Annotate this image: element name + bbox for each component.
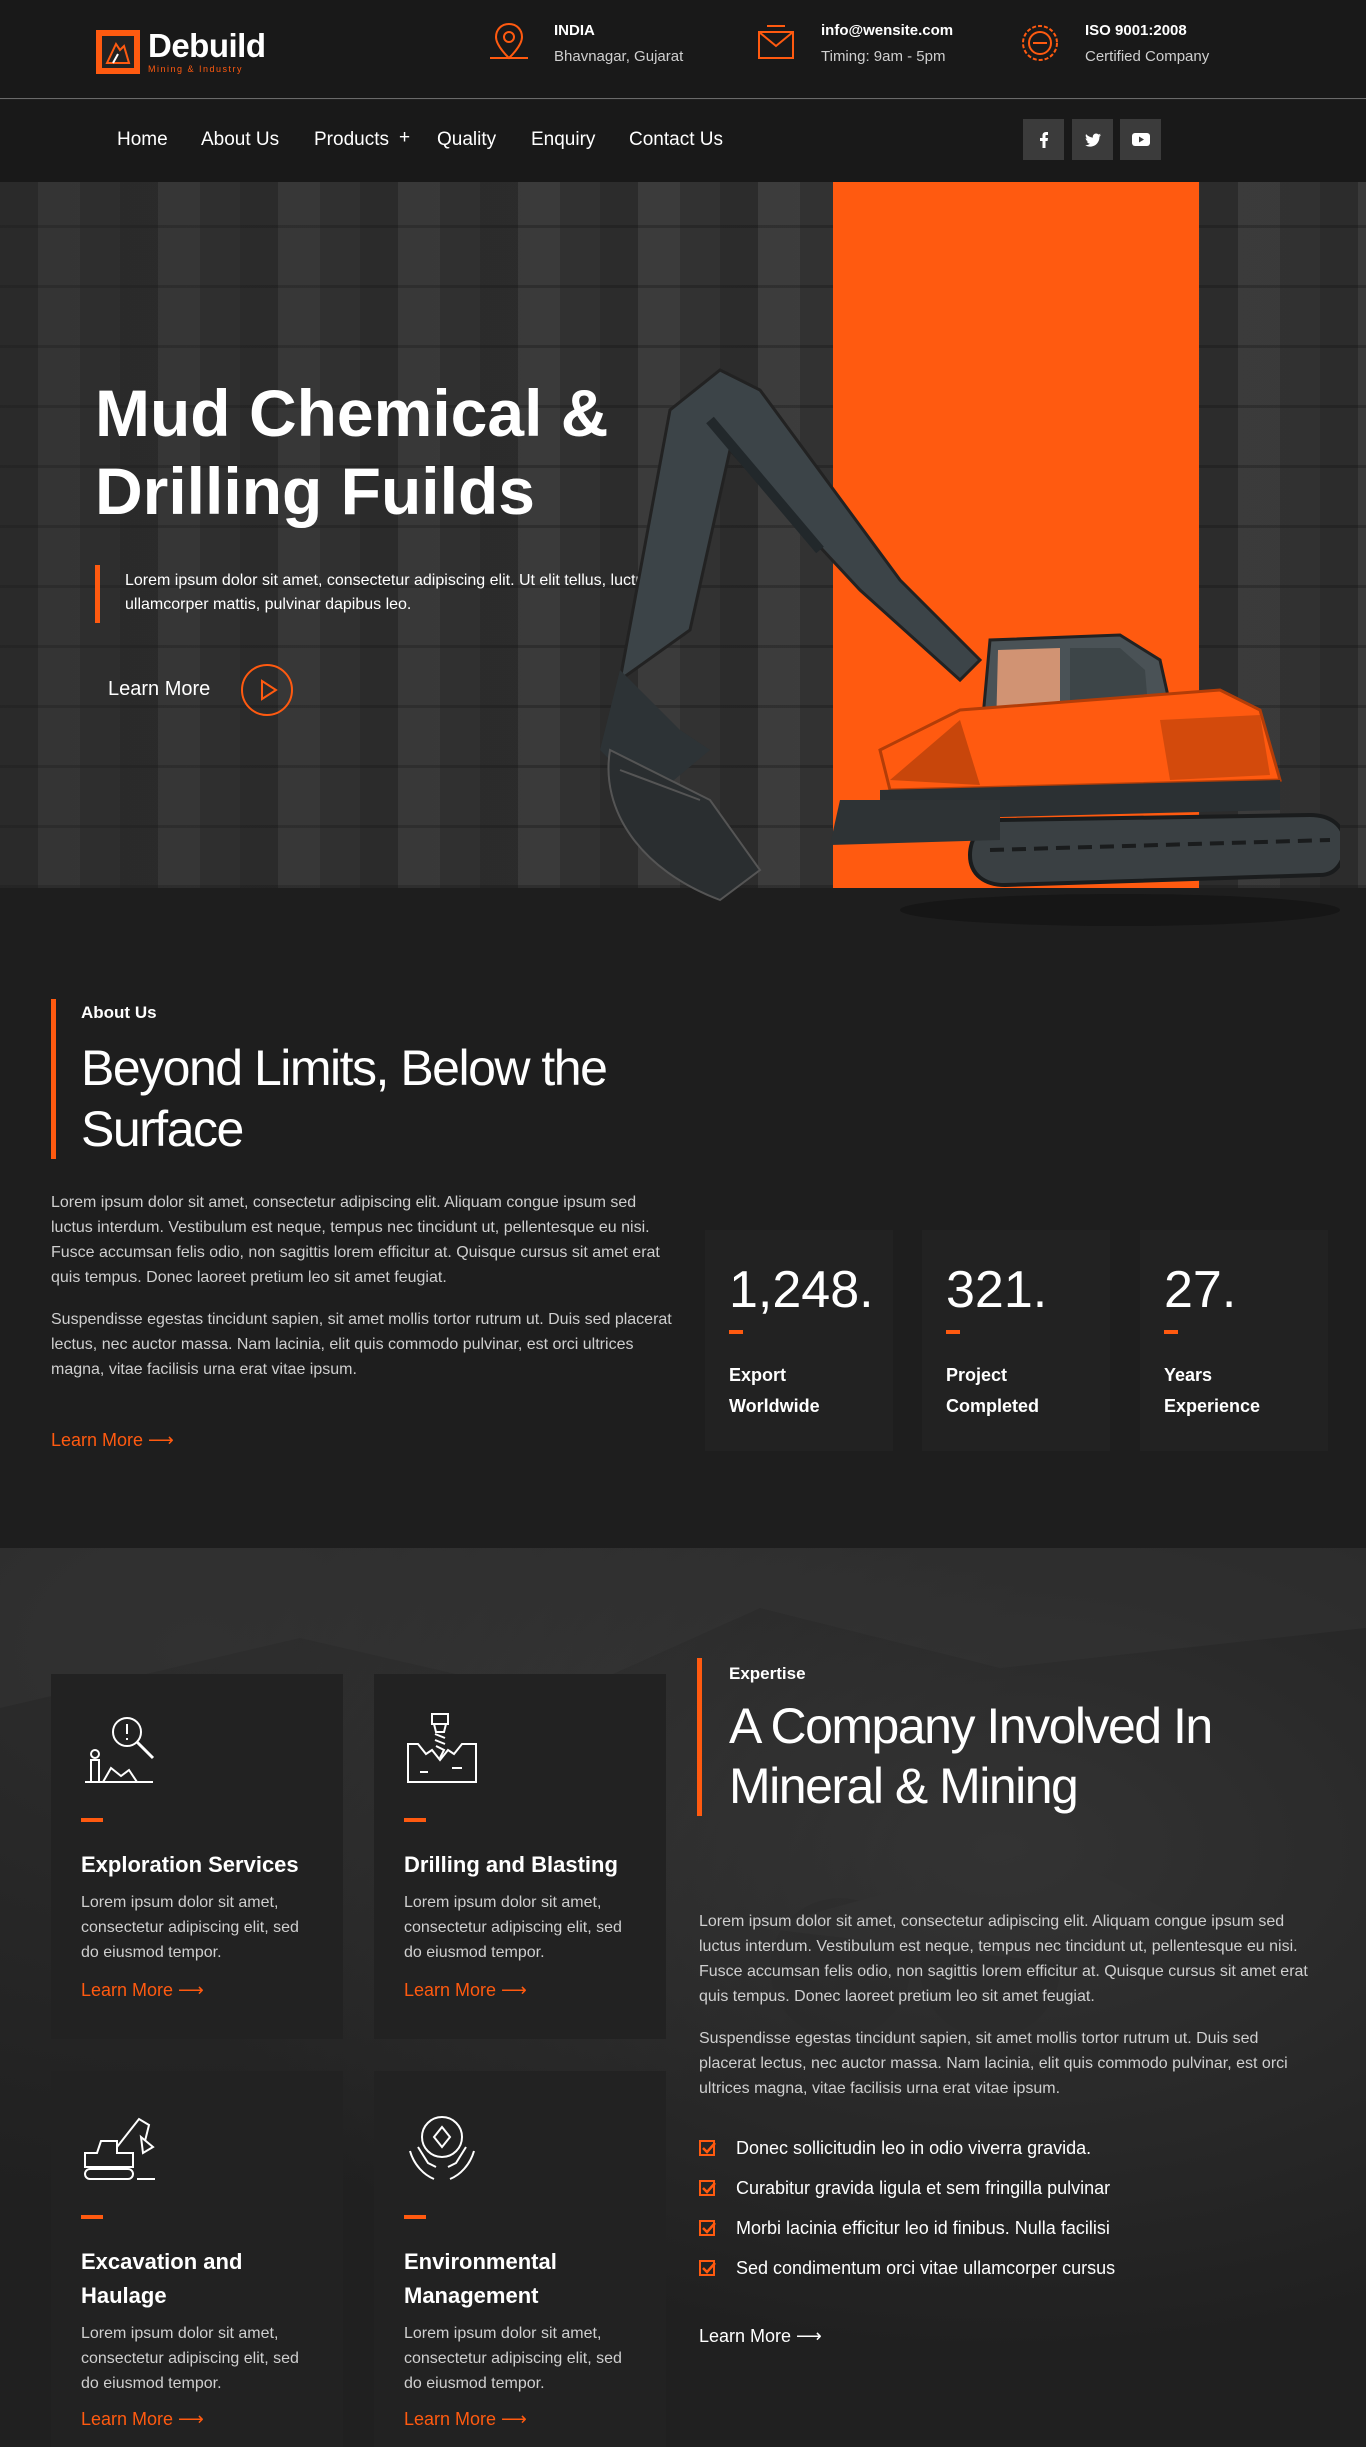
nav-about-us[interactable]: About Us [201, 129, 279, 151]
card-learn-more[interactable]: Learn More ⟶ [81, 2409, 204, 2430]
top-bar: Debuild Mining & Industry INDIA Bhavnaga… [0, 0, 1366, 99]
card-text: Lorem ipsum dolor sit amet, consectetur … [81, 2325, 299, 2392]
card-title: Exploration Services [81, 1852, 299, 1877]
about-paragraph-2: Suspendisse egestas tincidunt sapien, si… [51, 1311, 672, 1378]
card-learn-more[interactable]: Learn More ⟶ [81, 1980, 204, 2001]
checklist-text: Donec sollicitudin leo in odio viverra g… [736, 2138, 1092, 2158]
excavator-icon [84, 2117, 155, 2180]
about-accent-bar [51, 999, 56, 1159]
about-paragraph-1: Lorem ipsum dolor sit amet, consectetur … [51, 1194, 660, 1286]
stat-label: Years Experience [1164, 1365, 1261, 1416]
nav-home[interactable]: Home [117, 129, 168, 151]
drilling-icon [407, 1713, 477, 1783]
exploration-icon [85, 1717, 155, 1783]
service-card-environment[interactable]: Environmental Management Lorem ipsum dol… [374, 2071, 666, 2447]
main-nav: Home About Us Products + Quality Enquiry… [0, 100, 1366, 182]
checklist-text: Curabitur gravida ligula et sem fringill… [736, 2178, 1111, 2198]
expertise-title: A Company Involved In Mineral & Mining [729, 1698, 1213, 1814]
facebook-icon[interactable] [1023, 119, 1064, 160]
card-title: Excavation and Haulage [81, 2249, 243, 2308]
youtube-icon[interactable] [1120, 119, 1161, 160]
stat-card: 1,248. Export Worldwide [705, 1230, 893, 1451]
about-title: Beyond Limits, Below the Surface [81, 1040, 608, 1157]
expertise-eyebrow: Expertise [729, 1664, 806, 1683]
expertise-accent-bar [697, 1658, 702, 1816]
timing-text: Timing: 9am - 5pm [821, 48, 946, 65]
environment-icon [409, 2116, 475, 2180]
mail-icon [758, 25, 794, 59]
iso-detail: Certified Company [1085, 48, 1210, 65]
stat-dash [1164, 1330, 1178, 1334]
contact-email: info@wensite.com Timing: 9am - 5pm [753, 20, 953, 72]
checklist-text: Morbi lacinia efficitur leo id finibus. … [736, 2218, 1110, 2238]
stat-label: Export Worldwide [729, 1365, 820, 1416]
logo-name: Debuild [148, 27, 266, 64]
contact-location: INDIA Bhavnagar, Gujarat [486, 20, 683, 72]
card-title: Drilling and Blasting [404, 1852, 618, 1877]
check-icon [699, 2140, 716, 2156]
logo[interactable]: Debuild Mining & Industry [96, 29, 266, 74]
nav-quality[interactable]: Quality [437, 129, 496, 151]
excavator-illustration [600, 368, 1340, 926]
about-learn-more[interactable]: Learn More ⟶ [51, 1430, 174, 1451]
service-card-exploration[interactable]: Exploration Services Lorem ipsum dolor s… [51, 1674, 343, 2039]
card-text: Lorem ipsum dolor sit amet, consectetur … [404, 1894, 622, 1961]
stat-dash [946, 1330, 960, 1334]
logo-tagline: Mining & Industry [148, 64, 244, 74]
nav-enquiry[interactable]: Enquiry [531, 129, 595, 151]
check-icon [699, 2180, 716, 2196]
location-detail: Bhavnagar, Gujarat [554, 48, 684, 65]
check-icon [699, 2220, 716, 2236]
card-learn-more[interactable]: Learn More ⟶ [404, 1980, 527, 2001]
card-title: Environmental Management [404, 2249, 557, 2308]
card-dash [81, 2215, 103, 2219]
card-text: Lorem ipsum dolor sit amet, consectetur … [404, 2325, 622, 2392]
hero-learn-more[interactable]: Learn More [108, 678, 210, 701]
expertise-paragraph-2: Suspendisse egestas tincidunt sapien, si… [699, 2030, 1288, 2097]
nav-products-toggle[interactable]: + [399, 127, 410, 149]
check-icon [699, 2260, 716, 2276]
play-icon[interactable] [241, 664, 293, 716]
stat-card: 321. Project Completed [922, 1230, 1110, 1451]
email-address[interactable]: info@wensite.com [821, 20, 953, 42]
stat-number: 27. [1164, 1261, 1237, 1319]
stat-number: 321. [946, 1261, 1048, 1319]
logo-mark-icon [96, 29, 140, 74]
checklist-item: Curabitur gravida ligula et sem fringill… [699, 2178, 1110, 2199]
iso-badge-icon [1022, 25, 1058, 61]
service-card-excavation[interactable]: Excavation and Haulage Lorem ipsum dolor… [51, 2071, 343, 2447]
checklist-item: Morbi lacinia efficitur leo id finibus. … [699, 2218, 1110, 2239]
location-title: INDIA [554, 22, 595, 39]
twitter-icon[interactable] [1072, 119, 1113, 160]
nav-contact-us[interactable]: Contact Us [629, 129, 723, 151]
stat-number: 1,248. [729, 1261, 874, 1319]
nav-products[interactable]: Products [314, 129, 389, 151]
map-pin-icon [490, 22, 528, 60]
card-dash [404, 2215, 426, 2219]
iso-title: ISO 9001:2008 [1085, 22, 1187, 39]
stat-label: Project Completed [946, 1365, 1040, 1416]
checklist-item: Sed condimentum orci vitae ullamcorper c… [699, 2258, 1115, 2279]
stat-card: 27. Years Experience [1140, 1230, 1328, 1451]
hero-accent-bar [95, 565, 100, 623]
about-eyebrow: About Us [81, 1003, 157, 1022]
contact-iso: ISO 9001:2008 Certified Company [1017, 20, 1209, 72]
checklist-text: Sed condimentum orci vitae ullamcorper c… [736, 2258, 1116, 2278]
expertise-paragraph-1: Lorem ipsum dolor sit amet, consectetur … [699, 1913, 1308, 2005]
stat-dash [729, 1330, 743, 1334]
card-dash [404, 1818, 426, 1822]
expertise-learn-more[interactable]: Learn More ⟶ [699, 2326, 822, 2347]
checklist-item: Donec sollicitudin leo in odio viverra g… [699, 2138, 1091, 2159]
card-dash [81, 1818, 103, 1822]
service-card-drilling[interactable]: Drilling and Blasting Lorem ipsum dolor … [374, 1674, 666, 2039]
card-learn-more[interactable]: Learn More ⟶ [404, 2409, 527, 2430]
card-text: Lorem ipsum dolor sit amet, consectetur … [81, 1894, 299, 1961]
